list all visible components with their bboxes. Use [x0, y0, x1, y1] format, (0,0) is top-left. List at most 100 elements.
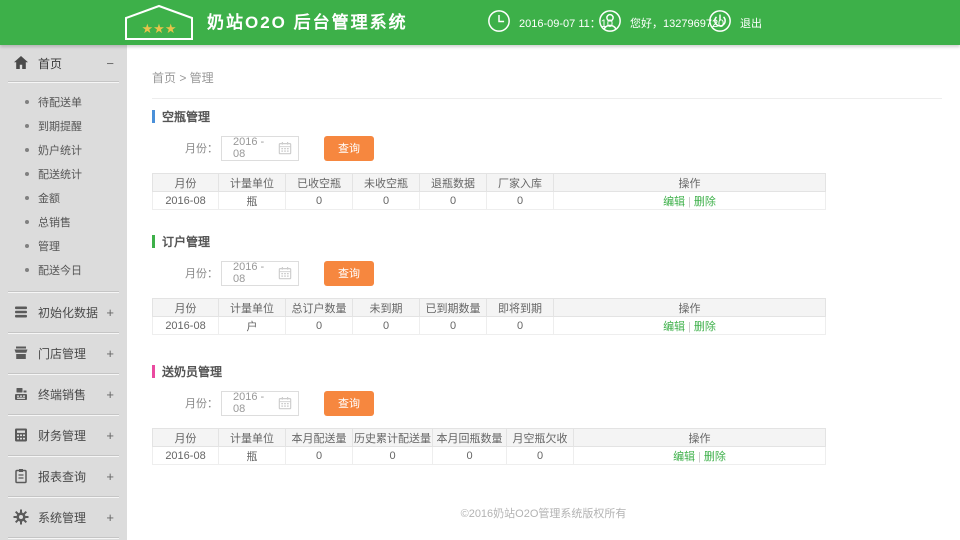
- calendar-icon[interactable]: [278, 396, 292, 410]
- section-title: 送奶员管理: [152, 363, 960, 380]
- month-filter-form: 月份： 2016 - 08 查询: [185, 390, 960, 416]
- sidebar-item-delivery-today[interactable]: 配送今日: [0, 258, 127, 282]
- collapse-minus-icon[interactable]: −: [106, 56, 114, 71]
- sidebar-item-expiry-reminder[interactable]: 到期提醒: [0, 114, 127, 138]
- expand-plus-icon[interactable]: +: [106, 346, 114, 361]
- cell-value: 0: [286, 447, 353, 465]
- delete-link[interactable]: 删除: [694, 196, 716, 208]
- bullet-icon: [25, 196, 29, 200]
- breadcrumb[interactable]: 首页 > 管理: [152, 45, 942, 99]
- sidebar-item-system-management[interactable]: 系统管理 +: [0, 497, 127, 537]
- table-header-row: 月份 计量单位 本月配送量 历史累计配送量 本月回瓶数量 月空瓶欠收 操作: [153, 429, 826, 447]
- calendar-icon[interactable]: [278, 141, 292, 155]
- sidebar-item-total-sales[interactable]: 总销售: [0, 210, 127, 234]
- sidebar-item-delivery-stats[interactable]: 配送统计: [0, 162, 127, 186]
- finance-calculator-icon: [13, 427, 29, 443]
- accent-bar-icon: [152, 365, 155, 378]
- app-logo-icon: ★★★: [123, 4, 195, 46]
- calendar-icon[interactable]: [278, 266, 292, 280]
- cell-unit: 户: [219, 317, 286, 335]
- month-filter-form: 月份： 2016 - 08 查询: [185, 260, 960, 286]
- sidebar-item-management[interactable]: 管理: [0, 234, 127, 258]
- edit-link[interactable]: 编辑: [673, 451, 695, 463]
- header-user: 您好，1327969720: [598, 0, 724, 45]
- month-value: 2016 - 08: [222, 391, 278, 415]
- user-icon: [598, 9, 622, 36]
- col-header: 已收空瓶: [286, 174, 353, 192]
- sidebar-item-report-query[interactable]: 报表查询 +: [0, 456, 127, 496]
- delete-link[interactable]: 删除: [694, 321, 716, 333]
- bullet-icon: [25, 244, 29, 248]
- cell-value: 0: [487, 317, 554, 335]
- divider: [8, 537, 119, 538]
- edit-link[interactable]: 编辑: [663, 196, 685, 208]
- bullet-icon: [25, 172, 29, 176]
- cell-value: 0: [420, 192, 487, 210]
- cell-month: 2016-08: [153, 192, 219, 210]
- sidebar-subitem-label: 待配送单: [38, 94, 82, 110]
- cell-month: 2016-08: [153, 317, 219, 335]
- month-label: 月份：: [185, 265, 218, 281]
- search-button[interactable]: 查询: [324, 261, 374, 286]
- sidebar-item-home[interactable]: 首页 −: [0, 45, 127, 81]
- sidebar-home-label: 首页: [38, 55, 62, 72]
- bullet-icon: [25, 220, 29, 224]
- sidebar-item-amount[interactable]: 金额: [0, 186, 127, 210]
- col-header: 月份: [153, 429, 219, 447]
- search-button[interactable]: 查询: [324, 391, 374, 416]
- sidebar-item-pending-delivery[interactable]: 待配送单: [0, 90, 127, 114]
- logout-label: 退出: [740, 15, 762, 31]
- empty-bottle-table: 月份 计量单位 已收空瓶 未收空瓶 退瓶数据 厂家入库 操作 2016-08 瓶…: [152, 173, 826, 210]
- actions-cell: 编辑|删除: [574, 447, 826, 465]
- month-value: 2016 - 08: [222, 136, 278, 160]
- store-icon: [13, 345, 29, 361]
- col-header: 操作: [574, 429, 826, 447]
- expand-plus-icon[interactable]: +: [106, 428, 114, 443]
- expand-plus-icon[interactable]: +: [106, 469, 114, 484]
- edit-link[interactable]: 编辑: [663, 321, 685, 333]
- bullet-icon: [25, 268, 29, 272]
- main-content: 首页 > 管理 空瓶管理 月份： 2016 - 08 查询: [127, 45, 960, 540]
- sidebar-group-label: 系统管理: [38, 509, 86, 526]
- expand-plus-icon[interactable]: +: [106, 387, 114, 402]
- col-header: 月份: [153, 174, 219, 192]
- cell-value: 0: [420, 317, 487, 335]
- sidebar-item-init-data[interactable]: 初始化数据 +: [0, 292, 127, 332]
- top-header: ★★★ 奶站O2O 后台管理系统 2016-09-07 11：10 您好，132…: [0, 0, 960, 45]
- actions-cell: 编辑|删除: [554, 317, 826, 335]
- logout-button[interactable]: 退出: [708, 0, 762, 45]
- cell-unit: 瓶: [219, 192, 286, 210]
- col-header: 未到期: [353, 299, 420, 317]
- sidebar-subitem-label: 管理: [38, 238, 60, 254]
- expand-plus-icon[interactable]: +: [106, 510, 114, 525]
- clock-icon: [487, 9, 511, 36]
- month-picker-input[interactable]: 2016 - 08: [221, 136, 299, 161]
- sidebar-group-label: 终端销售: [38, 386, 86, 403]
- sidebar-group-label: 门店管理: [38, 345, 86, 362]
- sidebar-item-finance-management[interactable]: 财务管理 +: [0, 415, 127, 455]
- expand-plus-icon[interactable]: +: [106, 305, 114, 320]
- cell-value: 0: [433, 447, 507, 465]
- cell-value: 0: [286, 192, 353, 210]
- home-submenu: 待配送单 到期提醒 奶户统计 配送统计 金额 总销售 管理 配送今日: [0, 82, 127, 291]
- accent-bar-icon: [152, 110, 155, 123]
- bullet-icon: [25, 100, 29, 104]
- section-milkman: 送奶员管理 月份： 2016 - 08 查询 月份: [127, 363, 960, 465]
- search-button[interactable]: 查询: [324, 136, 374, 161]
- delete-link[interactable]: 删除: [704, 451, 726, 463]
- col-header: 本月回瓶数量: [433, 429, 507, 447]
- col-header: 计量单位: [219, 299, 286, 317]
- col-header: 历史累计配送量: [353, 429, 433, 447]
- month-filter-form: 月份： 2016 - 08 查询: [185, 135, 960, 161]
- bullet-icon: [25, 124, 29, 128]
- col-header: 计量单位: [219, 429, 286, 447]
- table-row: 2016-08 户 0 0 0 0 编辑|删除: [153, 317, 826, 335]
- link-separator: |: [698, 451, 701, 463]
- sidebar-item-store-management[interactable]: 门店管理 +: [0, 333, 127, 373]
- cell-value: 0: [507, 447, 574, 465]
- sidebar-item-milk-user-stats[interactable]: 奶户统计: [0, 138, 127, 162]
- month-picker-input[interactable]: 2016 - 08: [221, 391, 299, 416]
- sidebar-subitem-label: 配送统计: [38, 166, 82, 182]
- sidebar-item-terminal-sales[interactable]: 终端销售 +: [0, 374, 127, 414]
- month-picker-input[interactable]: 2016 - 08: [221, 261, 299, 286]
